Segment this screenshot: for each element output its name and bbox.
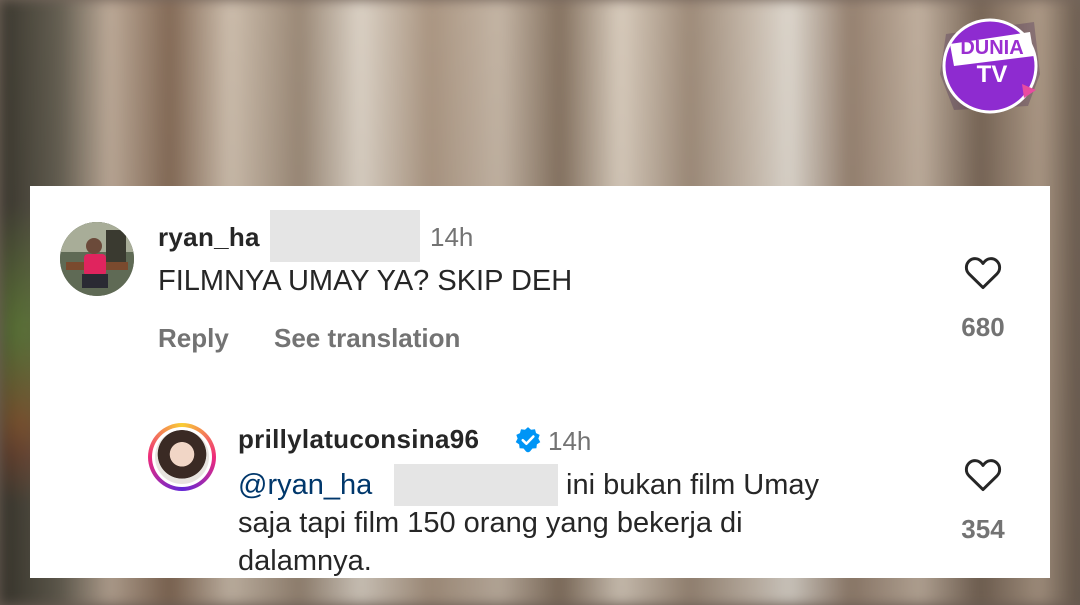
comment-2-text-line-3: dalamnya. bbox=[238, 545, 372, 577]
avatar-prilly-photo bbox=[155, 430, 209, 484]
comment-card: ryan_ha 14h FILMNYA UMAY YA? SKIP DEH Re… bbox=[30, 186, 1050, 578]
comment-2-time: 14h bbox=[548, 426, 592, 456]
comment-2-text-line-2: saja tapi film 150 orang yang bekerja di bbox=[238, 507, 743, 539]
comment-1-username[interactable]: ryan_ha bbox=[158, 222, 260, 253]
redacted-username-box bbox=[270, 210, 420, 262]
verified-badge-icon bbox=[515, 427, 541, 453]
comment-1-text: FILMNYA UMAY YA? SKIP DEH bbox=[158, 265, 573, 297]
heart-outline-icon[interactable] bbox=[963, 254, 1003, 290]
comment-2-line-1: @ryan_ha bbox=[238, 468, 372, 503]
story-ring-inner bbox=[152, 427, 212, 487]
reply-button[interactable]: Reply bbox=[158, 323, 229, 354]
redacted-mention-box bbox=[394, 464, 558, 506]
avatar-ryan[interactable] bbox=[60, 222, 134, 296]
avatar-ryan-photo bbox=[60, 222, 134, 296]
logo-text-tv: TV bbox=[977, 61, 1008, 88]
comment-1-time: 14h bbox=[430, 222, 474, 252]
heart-outline-icon[interactable] bbox=[963, 456, 1003, 492]
comment-2-like-count: 354 bbox=[961, 514, 1005, 544]
mention-link[interactable]: @ryan_ha bbox=[238, 469, 372, 501]
logo-text-dunia: DUNIA bbox=[960, 37, 1023, 59]
avatar-prilly[interactable] bbox=[148, 423, 216, 491]
see-translation-button[interactable]: See translation bbox=[274, 323, 460, 354]
comment-1-like-count: 680 bbox=[961, 312, 1005, 342]
comment-2-text-line-1: ini bukan film Umay bbox=[566, 469, 820, 501]
comment-2-username[interactable]: prillylatuconsina96 bbox=[238, 424, 479, 455]
dunia-tv-logo: DUNIA TV bbox=[940, 18, 1040, 114]
